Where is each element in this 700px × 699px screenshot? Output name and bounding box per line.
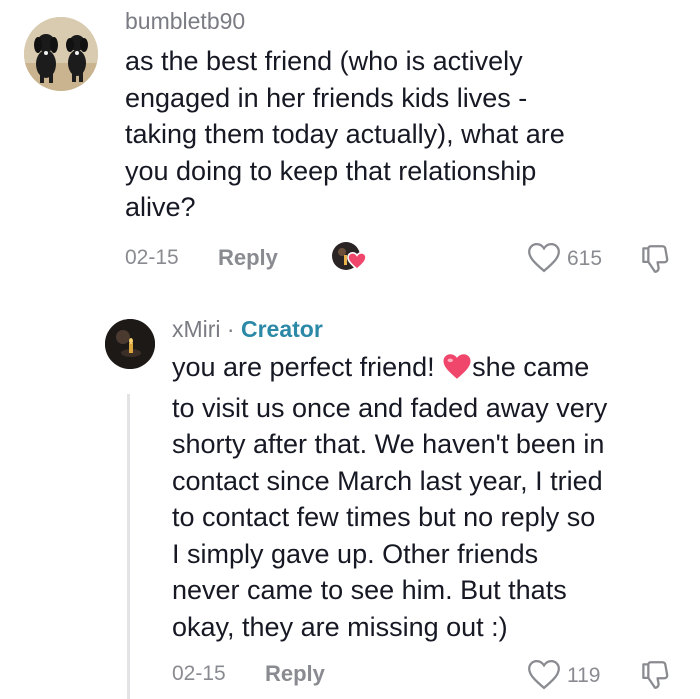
reply-text-line: okay, they are missing out :) — [172, 611, 508, 642]
reply-text-line: to visit us once and faded away very — [172, 392, 608, 423]
username-separator: · — [220, 316, 241, 342]
comment-text-line: alive? — [125, 192, 196, 222]
reply-text-segment: you are perfect friend! — [172, 352, 435, 382]
creator-badge: Creator — [241, 316, 323, 342]
comment-username[interactable]: bumbletb90 — [125, 8, 245, 35]
dislike-icon[interactable] — [637, 242, 671, 281]
reply-reply-button[interactable]: Reply — [265, 661, 325, 687]
reply-text-line: you are perfect friend! she came — [172, 349, 692, 390]
comment-text-line: engaged in her friends kids lives - — [125, 82, 528, 113]
reply-like-heart-outline-icon[interactable] — [527, 659, 561, 695]
reply-dislike-icon[interactable] — [637, 658, 671, 697]
comment-text: as the best friend (who is actively enga… — [125, 43, 685, 226]
like-count: 615 — [567, 247, 603, 270]
avatar-bumbletb90[interactable] — [24, 17, 98, 91]
reply-thread-line — [127, 394, 130, 699]
avatar-dogs-image — [24, 17, 98, 91]
creator-liked-indicator — [330, 240, 370, 274]
reply-text-line: shorty after that. We haven't been in — [172, 429, 605, 459]
comment-text-line: taking them today actually), what are — [125, 119, 565, 149]
reply-text-line: contact since March last year, I tried — [172, 465, 603, 496]
creator-liked-heart-icon — [347, 251, 367, 275]
reply-username-row: xMiri · Creator — [172, 316, 323, 343]
comment-reply-button[interactable]: Reply — [218, 245, 278, 271]
reply-like-count: 119 — [567, 664, 601, 687]
reply-text-line: to contact few times but no reply so — [172, 502, 596, 532]
heart-emoji-icon — [442, 353, 472, 390]
reply-text: you are perfect friend! she came to visi… — [172, 349, 692, 645]
reply-text-line: never came to see him. But thats — [172, 575, 567, 605]
avatar-candle-image — [105, 319, 155, 369]
reply-date: 02-15 — [172, 662, 226, 685]
comment-date: 02-15 — [125, 246, 179, 269]
comment-text-line: you doing to keep that relationship — [125, 155, 537, 186]
reply-text-segment: she came — [472, 352, 590, 382]
avatar-xmiri[interactable] — [105, 319, 155, 369]
reply-username[interactable]: xMiri — [172, 316, 221, 342]
comment-text-line: as the best friend (who is actively — [125, 46, 523, 76]
reply-text-line: I simply gave up. Other friends — [172, 538, 539, 569]
like-heart-outline-icon[interactable] — [527, 242, 561, 278]
